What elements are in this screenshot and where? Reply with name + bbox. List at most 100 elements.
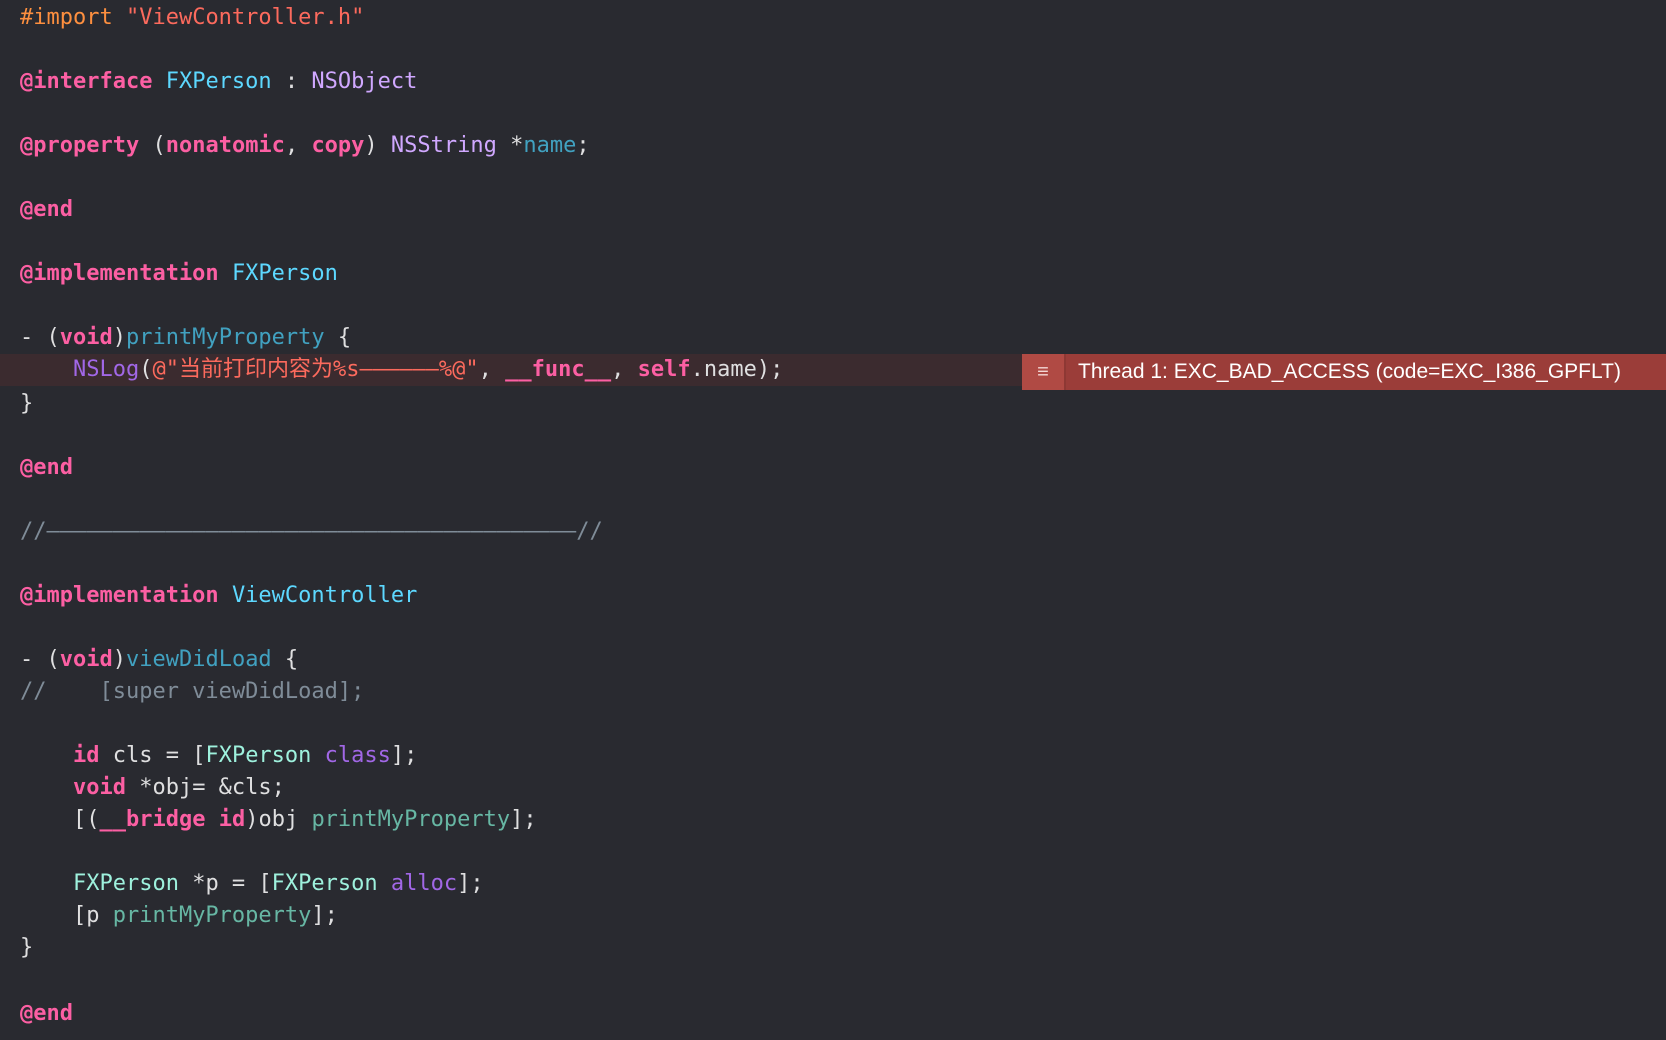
code-line[interactable]: [0, 290, 1666, 322]
code-line[interactable]: @end: [0, 452, 1666, 484]
code-token: .name);: [690, 357, 784, 382]
code-token: ,: [611, 357, 638, 382]
code-token: @interface: [20, 69, 153, 94]
code-token: }: [20, 391, 34, 416]
code-token: NSString: [390, 133, 497, 158]
code-token: __bridge: [99, 807, 206, 832]
code-token: copy: [311, 133, 365, 158]
code-token: - (: [20, 325, 60, 350]
code-token: {: [271, 647, 299, 672]
code-token: ): [112, 325, 126, 350]
code-token: FXPerson: [165, 69, 272, 94]
code-token: self: [637, 357, 691, 382]
code-line[interactable]: [0, 34, 1666, 66]
code-line[interactable]: @property (nonatomic, copy) NSString *na…: [0, 130, 1666, 162]
code-token: id: [72, 743, 100, 768]
code-line[interactable]: [0, 484, 1666, 516]
code-line[interactable]: @implementation FXPerson: [0, 258, 1666, 290]
code-line[interactable]: [0, 226, 1666, 258]
error-banner[interactable]: ≡ Thread 1: EXC_BAD_ACCESS (code=EXC_I38…: [1022, 354, 1666, 390]
code-token: printMyProperty: [311, 807, 511, 832]
code-line[interactable]: [0, 162, 1666, 194]
code-line[interactable]: [0, 420, 1666, 452]
code-token: (: [139, 357, 153, 382]
code-token: __func__: [505, 357, 612, 382]
code-token: void: [59, 325, 113, 350]
error-list-icon[interactable]: ≡: [1022, 354, 1066, 390]
code-line[interactable]: @end: [0, 194, 1666, 226]
code-token: void: [59, 647, 113, 672]
code-line[interactable]: // [super viewDidLoad];: [0, 676, 1666, 708]
code-token: ViewController: [231, 583, 418, 608]
code-token: #import: [20, 5, 126, 30]
code-line[interactable]: @interface FXPerson : NSObject: [0, 66, 1666, 98]
code-line[interactable]: [p printMyProperty];: [0, 900, 1666, 932]
code-line[interactable]: [0, 612, 1666, 644]
code-token: :: [271, 69, 312, 94]
code-line[interactable]: - (void)viewDidLoad {: [0, 644, 1666, 676]
code-token: *obj= &cls;: [125, 775, 285, 800]
code-line[interactable]: [0, 708, 1666, 740]
code-token: viewDidLoad: [125, 647, 272, 672]
code-line[interactable]: [0, 964, 1666, 996]
code-line[interactable]: id cls = [FXPerson class];: [0, 740, 1666, 772]
code-line[interactable]: //——————————————————————————————————————…: [0, 516, 1666, 548]
code-token: @end: [20, 455, 73, 480]
code-token: void: [72, 775, 126, 800]
code-editor[interactable]: #import "ViewController.h" @interface FXP…: [0, 0, 1666, 1040]
code-token: NSObject: [311, 69, 418, 94]
code-token: ,: [284, 133, 312, 158]
code-line[interactable]: [0, 836, 1666, 868]
code-line[interactable]: @implementation ViewController: [0, 580, 1666, 612]
code-token: ;: [576, 133, 590, 158]
code-token: @end: [20, 197, 73, 222]
code-token: (: [139, 133, 166, 158]
code-line[interactable]: }: [0, 932, 1666, 964]
code-line[interactable]: @end: [0, 998, 1666, 1030]
code-token: class: [324, 743, 391, 768]
code-token: ,: [478, 357, 506, 382]
code-token: }: [20, 935, 34, 960]
code-token: //——————————————————————————————————————…: [20, 519, 603, 544]
code-token: printMyProperty: [112, 903, 312, 928]
code-line[interactable]: #import "ViewController.h": [0, 2, 1666, 34]
code-token: - (: [20, 647, 60, 672]
code-line[interactable]: }: [0, 388, 1666, 420]
code-line[interactable]: FXPerson *p = [FXPerson alloc];: [0, 868, 1666, 900]
code-token: @"当前打印内容为%s——————%@": [152, 357, 479, 382]
code-token: @implementation: [20, 261, 219, 286]
code-token: ): [112, 647, 126, 672]
code-line[interactable]: - (void)printMyProperty {: [0, 322, 1666, 354]
code-token: // [super viewDidLoad];: [20, 679, 365, 704]
code-token: ];: [311, 903, 338, 928]
code-token: *: [496, 133, 524, 158]
code-token: @implementation: [20, 583, 219, 608]
code-token: ): [364, 133, 391, 158]
error-message: Thread 1: EXC_BAD_ACCESS (code=EXC_I386_…: [1066, 354, 1666, 390]
code-line[interactable]: [0, 98, 1666, 130]
code-token: nonatomic: [165, 133, 285, 158]
code-token: *p = [: [178, 871, 272, 896]
code-token: @property: [20, 133, 140, 158]
code-token: FXPerson: [231, 261, 338, 286]
code-token: [p: [20, 903, 113, 928]
code-line[interactable]: void *obj= &cls;: [0, 772, 1666, 804]
code-token: NSLog: [72, 357, 140, 382]
code-token: {: [324, 325, 352, 350]
code-line[interactable]: [(__bridge id)obj printMyProperty];: [0, 804, 1666, 836]
code-token: alloc: [390, 871, 458, 896]
code-token: )obj: [245, 807, 312, 832]
code-token: [(: [20, 807, 100, 832]
code-token: ];: [510, 807, 537, 832]
code-token: ];: [457, 871, 484, 896]
code-line[interactable]: [0, 548, 1666, 580]
